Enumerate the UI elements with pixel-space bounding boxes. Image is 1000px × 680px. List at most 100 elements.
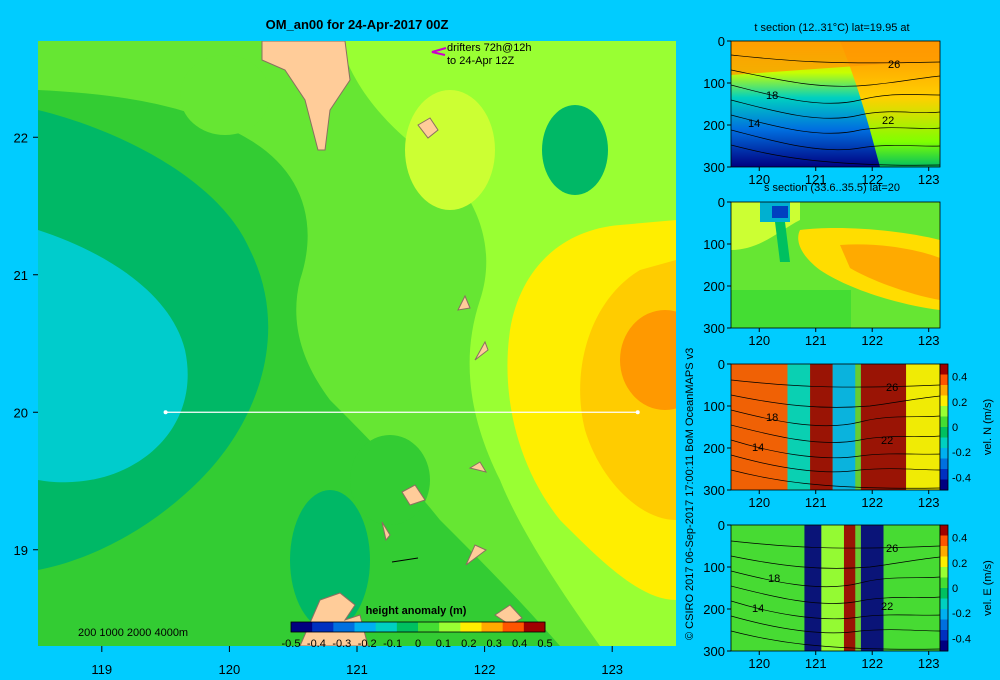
colorbar-swatch: [418, 622, 440, 632]
vel-colorbar-swatch: [940, 556, 948, 568]
section-x-tick-label: 122: [861, 333, 883, 348]
vel-colorbar-tick-label: -0.4: [952, 633, 971, 645]
section-x-tick-label: 121: [805, 333, 827, 348]
section-x-tick-label: 120: [748, 333, 770, 348]
section-y-tick-label: 100: [703, 76, 725, 91]
map-x-tick-label: 119: [91, 662, 112, 677]
contour-south-low-2: [350, 435, 430, 525]
vel-colorbar-swatch: [940, 406, 948, 417]
vel-colorbar-swatch: [940, 609, 948, 620]
contour-north-high-1: [180, 55, 270, 135]
section-x-tick-label: 123: [918, 495, 940, 510]
vn-contour-label-14: 14: [752, 442, 764, 454]
vel-colorbar-swatch: [940, 598, 948, 610]
s-section-panel: s section (33.6..35.5) lat=20 120 121 122 1…: [703, 182, 941, 348]
vel-colorbar-swatch: [940, 469, 948, 480]
section-y-tick-label: 300: [703, 644, 725, 659]
colorbar-tick-label: 0.4: [512, 638, 527, 650]
colorbar-tick-label: 0.5: [537, 638, 552, 650]
section-y-tick-label: 100: [703, 237, 725, 252]
map-y-tick-label: 21: [14, 268, 28, 283]
vn-contour-label-22: 22: [881, 435, 893, 447]
contour-label-14: 14: [748, 118, 760, 130]
colorbar-tick-label: -0.5: [282, 638, 301, 650]
velocity-band: [821, 525, 844, 651]
colorbar-swatch: [354, 622, 377, 632]
vel-colorbar-swatch: [940, 479, 948, 491]
drifter-annotation-line-2: to 24-Apr 12Z: [447, 55, 515, 67]
height-anomaly-field: [38, 41, 676, 646]
velocity-band: [731, 525, 805, 651]
section-y-tick-label: 300: [703, 321, 725, 336]
vel-colorbar-tick-label: 0: [952, 422, 958, 434]
ve-colorbar: 0.4 0.2 0 -0.2 -0.4 vel. E (m/s): [939, 524, 994, 652]
section-x-tick-label: 123: [918, 172, 940, 187]
t-section-panel: t section (12..31°C) lat=19.95 at 26 18 …: [703, 22, 941, 187]
section-x-tick-label: 120: [748, 656, 770, 671]
vel-colorbar-swatch: [940, 458, 948, 470]
section-x-tick-label: 121: [805, 495, 827, 510]
s-section-title: s section (33.6..35.5) lat=20: [764, 182, 900, 194]
vel-colorbar-tick-label: -0.4: [952, 472, 971, 484]
section-y-tick-label: 200: [703, 441, 725, 456]
vel-colorbar-tick-label: 0.4: [952, 533, 967, 545]
vel-colorbar-tick-label: 0.4: [952, 372, 967, 384]
section-start-marker: [163, 410, 168, 415]
map-x-tick-label: 122: [474, 662, 496, 677]
vel-colorbar-swatch: [940, 448, 948, 459]
vel-colorbar-swatch: [940, 588, 948, 599]
colorbar-swatch: [291, 622, 313, 632]
velocity-band: [860, 525, 884, 651]
vel-colorbar-tick-label: 0: [952, 583, 958, 595]
vel-colorbar-swatch: [940, 427, 948, 438]
map-panel: drifters 72h@12h to 24-Apr 12Z 200 1000 …: [14, 41, 676, 677]
colorbar-tick-label: 0: [415, 638, 421, 650]
vn-contour-label-26: 26: [886, 382, 898, 394]
ve-contour-label-18: 18: [768, 573, 780, 585]
ve-section-panel: 26 18 14 22 120 121 122 1230100200300 0.40.…: [703, 518, 994, 671]
section-x-tick-label: 122: [861, 495, 883, 510]
ve-contour-label-22: 22: [881, 601, 893, 613]
colorbar-swatch: [375, 622, 398, 632]
section-y-tick-label: 200: [703, 118, 725, 133]
contour-label-26: 26: [888, 59, 900, 71]
vel-colorbar-tick-label: 0.2: [952, 397, 967, 409]
vel-colorbar-swatch: [940, 385, 948, 396]
s-section-deep-green: [731, 290, 851, 328]
contour-label-22: 22: [882, 115, 894, 127]
vel-colorbar-swatch: [940, 546, 948, 557]
vel-colorbar-swatch: [940, 395, 948, 407]
map-y-tick-label: 19: [14, 543, 28, 558]
vel-colorbar-swatch: [940, 437, 948, 449]
section-x-tick-label: 123: [918, 656, 940, 671]
colorbar-tick-label: 0.2: [461, 638, 476, 650]
colorbar-swatches: [290, 621, 546, 633]
section-y-tick-label: 100: [703, 399, 725, 414]
depth-legend: 200 1000 2000 4000m: [78, 627, 188, 639]
vel-colorbar-swatch: [940, 374, 948, 386]
contour-north-low: [542, 105, 608, 195]
colorbar-swatch: [439, 622, 461, 632]
vel-colorbar-tick-label: -0.2: [952, 447, 971, 459]
section-y-tick-label: 200: [703, 279, 725, 294]
colorbar-swatch: [312, 622, 334, 632]
colorbar-swatch: [523, 622, 546, 632]
section-y-tick-label: 0: [718, 195, 725, 210]
colorbar-tick-label: -0.2: [358, 638, 377, 650]
vel-colorbar-label: vel. E (m/s): [982, 560, 994, 616]
vel-colorbar-swatch: [940, 535, 948, 547]
velocity-band: [906, 364, 940, 490]
section-y-tick-label: 100: [703, 560, 725, 575]
vel-colorbar-swatch: [940, 630, 948, 641]
contour-east-high-core: [620, 310, 676, 410]
colorbar-tick-label: 0.1: [436, 638, 451, 650]
colorbar-swatch: [481, 622, 504, 632]
section-y-tick-label: 0: [718, 34, 725, 49]
contour-label-18: 18: [766, 90, 778, 102]
vel-colorbar-swatch: [940, 525, 948, 536]
section-x-tick-label: 121: [805, 656, 827, 671]
section-y-tick-label: 0: [718, 357, 725, 372]
map-y-ticks: 22 21 20 19: [14, 130, 38, 558]
map-x-tick-label: 120: [219, 662, 241, 677]
ve-contour-label-26: 26: [886, 543, 898, 555]
